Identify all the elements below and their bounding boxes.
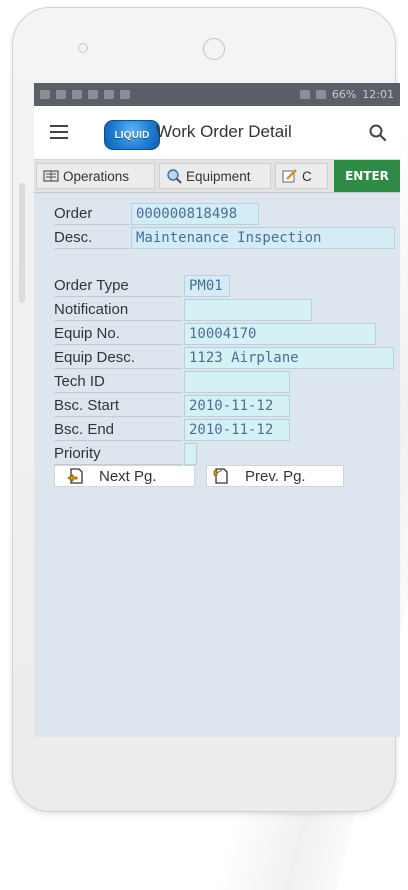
- order-type-label: Order Type: [54, 275, 182, 297]
- menu-icon[interactable]: [50, 125, 68, 139]
- prev-page-label: Prev. Pg.: [245, 467, 306, 485]
- phone-screen: 66% 12:01 LIQUID Work Order Detail Opera…: [34, 83, 400, 737]
- phone-sensor: [78, 43, 88, 53]
- order-label: Order: [54, 203, 130, 225]
- notification-icon: [72, 90, 82, 99]
- tech-id-field[interactable]: [184, 371, 290, 393]
- equip-no-field[interactable]: 10004170: [184, 323, 376, 345]
- status-bar: 66% 12:01: [34, 83, 400, 106]
- notification-icon: [56, 90, 66, 99]
- phone-camera: [203, 38, 225, 60]
- equip-desc-field[interactable]: 1123 Airplane: [184, 347, 394, 369]
- tab-third-label: C: [302, 168, 312, 184]
- notification-field[interactable]: [184, 299, 312, 321]
- clock-time: 12:01: [362, 88, 394, 101]
- logo-text: LIQUID: [114, 129, 150, 141]
- liquid-logo: LIQUID: [104, 120, 160, 150]
- tab-operations[interactable]: Operations: [36, 163, 155, 189]
- app-bar: LIQUID Work Order Detail: [34, 106, 400, 160]
- search-icon[interactable]: [368, 123, 388, 143]
- edit-icon: [282, 169, 297, 183]
- prev-page-button[interactable]: Prev. Pg.: [206, 465, 344, 487]
- notification-icon: [88, 90, 98, 99]
- bsc-end-field[interactable]: 2010-11-12: [184, 419, 290, 441]
- order-field[interactable]: 000000818498: [131, 203, 259, 225]
- enter-button[interactable]: ENTER: [334, 160, 400, 192]
- bsc-start-field[interactable]: 2010-11-12: [184, 395, 290, 417]
- priority-label: Priority: [54, 443, 182, 465]
- order-type-field[interactable]: PM01: [184, 275, 230, 297]
- desc-label: Desc.: [54, 227, 130, 249]
- tab-bar: Operations Equipment C ENTER: [34, 160, 400, 193]
- tech-id-label: Tech ID: [54, 371, 182, 393]
- priority-field[interactable]: [184, 443, 197, 465]
- notification-icon: [40, 90, 50, 99]
- wifi-icon: [315, 90, 326, 99]
- notification-icons: [40, 90, 130, 99]
- operations-icon: [43, 170, 59, 182]
- play-icon: [120, 90, 130, 99]
- next-page-label: Next Pg.: [99, 467, 157, 485]
- equip-no-label: Equip No.: [54, 323, 182, 345]
- cast-icon: [299, 90, 310, 99]
- tab-third[interactable]: C: [275, 163, 328, 189]
- prev-page-icon: [213, 468, 228, 484]
- bsc-start-label: Bsc. Start: [54, 395, 182, 417]
- tab-equipment-label: Equipment: [186, 168, 251, 184]
- bsc-end-label: Bsc. End: [54, 419, 182, 441]
- equipment-icon: [167, 169, 182, 184]
- page-title: Work Order Detail: [156, 122, 292, 141]
- phone-side-button: [19, 183, 25, 303]
- notification-icon: [104, 90, 114, 99]
- tab-equipment[interactable]: Equipment: [159, 163, 271, 189]
- notification-label: Notification: [54, 299, 182, 321]
- battery-level: 66%: [331, 88, 357, 101]
- next-page-icon: [67, 468, 83, 484]
- desc-field[interactable]: Maintenance Inspection: [131, 227, 395, 249]
- system-icons: 66% 12:01: [299, 88, 394, 101]
- next-page-button[interactable]: Next Pg.: [54, 465, 195, 487]
- equip-desc-label: Equip Desc.: [54, 347, 182, 369]
- tab-operations-label: Operations: [63, 168, 130, 184]
